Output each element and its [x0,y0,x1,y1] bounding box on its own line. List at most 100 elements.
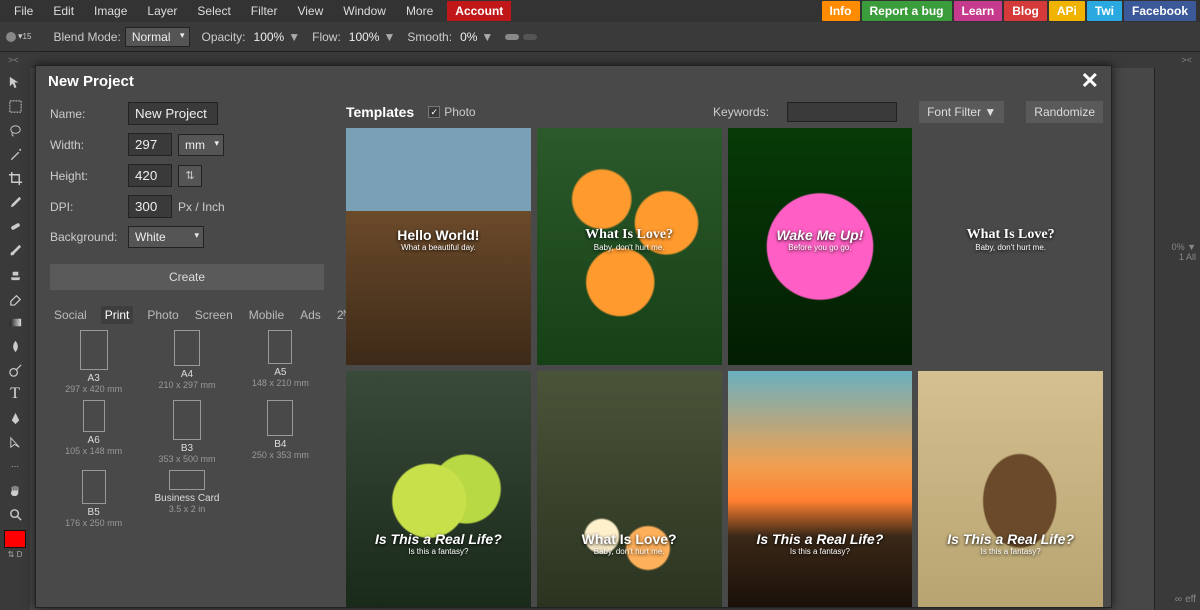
template-card-0[interactable]: Hello World! What a beautiful day. [346,128,531,365]
name-label: Name: [50,107,128,121]
preset-b4[interactable]: B4 250 x 353 mm [237,400,324,464]
eraser-tool-icon[interactable] [1,286,29,310]
template-line2: Is this a fantasy? [918,547,1103,556]
template-card-7[interactable]: Is This a Real Life? Is this a fantasy? [918,371,1103,608]
eyedropper-tool-icon[interactable] [1,190,29,214]
preset-tab-mobile[interactable]: Mobile [247,306,286,324]
preset-tab-social[interactable]: Social [52,306,89,324]
templates-grid: Hello World! What a beautiful day. What … [346,128,1103,607]
hand-tool-icon[interactable] [1,478,29,502]
menu-more[interactable]: More [396,1,443,21]
width-unit-select[interactable]: mm [178,134,224,156]
link-info[interactable]: Info [822,1,860,21]
flow-dropdown-icon[interactable]: ▼ [383,30,395,44]
link-learn[interactable]: Learn [954,1,1003,21]
wand-tool-icon[interactable] [1,142,29,166]
pen-tool-icon[interactable] [1,406,29,430]
preset-dimensions: 148 x 210 mm [252,378,309,388]
zoom-tool-icon[interactable] [1,502,29,526]
menu-window[interactable]: Window [333,1,396,21]
template-card-2[interactable]: Wake Me Up! Before you go go. [728,128,913,365]
height-input[interactable] [128,164,172,187]
menu-select[interactable]: Select [187,1,240,21]
clone-tool-icon[interactable] [1,262,29,286]
width-input[interactable] [128,133,172,156]
photo-checkbox-label: Photo [444,105,475,119]
preset-name: B3 [181,443,193,454]
template-card-5[interactable]: What Is Love? Baby, don't hurt me. [537,371,722,608]
template-line1: Is This a Real Life? [918,531,1103,547]
pressure-size-icon[interactable] [523,34,537,40]
type-tool-icon[interactable]: T [1,382,29,406]
create-button[interactable]: Create [50,264,324,290]
swap-colors-icon[interactable]: ⇅ D [8,550,23,559]
template-card-4[interactable]: Is This a Real Life? Is this a fantasy? [346,371,531,608]
menu-filter[interactable]: Filter [241,1,288,21]
path-select-tool-icon[interactable] [1,430,29,454]
link-blog[interactable]: Blog [1004,1,1047,21]
brush-preview-icon[interactable] [6,32,16,42]
foreground-color-swatch[interactable] [4,530,26,548]
move-tool-icon[interactable] [1,70,29,94]
opacity-value[interactable]: 100% [254,30,285,44]
photo-checkbox[interactable]: ✓ [428,106,440,118]
opacity-dropdown-icon[interactable]: ▼ [288,30,300,44]
template-line1: Hello World! [346,227,531,243]
gradient-tool-icon[interactable] [1,310,29,334]
background-select[interactable]: White [128,226,204,248]
menu-account[interactable]: Account [447,1,511,21]
preset-name: A6 [88,435,100,446]
menu-view[interactable]: View [287,1,333,21]
preset-a6[interactable]: A6 105 x 148 mm [50,400,137,464]
menu-edit[interactable]: Edit [43,1,84,21]
blur-tool-icon[interactable] [1,334,29,358]
preset-dimensions: 3.5 x 2 in [169,504,206,514]
height-label: Height: [50,169,128,183]
link-twitter[interactable]: Twi [1087,1,1122,21]
dpi-input[interactable] [128,195,172,218]
preset-a3[interactable]: A3 297 x 420 mm [50,330,137,394]
preset-b5[interactable]: B5 176 x 250 mm [50,470,137,528]
menu-file[interactable]: File [4,1,43,21]
preset-tab-screen[interactable]: Screen [193,306,235,324]
lasso-tool-icon[interactable] [1,118,29,142]
preset-business-card[interactable]: Business Card 3.5 x 2 in [143,470,230,528]
pressure-opacity-icon[interactable] [505,34,519,40]
dodge-tool-icon[interactable] [1,358,29,382]
preset-a5[interactable]: A5 148 x 210 mm [237,330,324,394]
preset-tab-ads[interactable]: Ads [298,306,323,324]
heal-tool-icon[interactable] [1,214,29,238]
template-card-6[interactable]: Is This a Real Life? Is this a fantasy? [728,371,913,608]
blend-mode-select[interactable]: Normal [125,27,190,47]
font-filter-button[interactable]: Font Filter ▼ [919,101,1004,123]
template-line1: What Is Love? [537,531,722,547]
preset-tab-print[interactable]: Print [101,306,134,324]
template-card-1[interactable]: What Is Love? Baby, don't hurt me. [537,128,722,365]
crop-tool-icon[interactable] [1,166,29,190]
name-input[interactable] [128,102,218,125]
flow-value[interactable]: 100% [349,30,380,44]
preset-tab-photo[interactable]: Photo [145,306,180,324]
preset-name: B5 [88,507,100,518]
menu-image[interactable]: Image [84,1,137,21]
menu-layer[interactable]: Layer [137,1,187,21]
preset-b3[interactable]: B3 353 x 500 mm [143,400,230,464]
infinity-icon[interactable]: ∞ [1175,594,1182,605]
brush-tool-icon[interactable] [1,238,29,262]
smooth-dropdown-icon[interactable]: ▼ [481,30,493,44]
link-report-bug[interactable]: Report a bug [862,1,952,21]
close-icon[interactable]: ✕ [1081,68,1099,94]
smooth-value[interactable]: 0% [460,30,477,44]
template-line2: Is this a fantasy? [346,547,531,556]
swap-dimensions-icon[interactable]: ⇅ [178,165,202,187]
link-api[interactable]: APi [1049,1,1085,21]
link-facebook[interactable]: Facebook [1124,1,1196,21]
preset-grid: A3 297 x 420 mm A4 210 x 297 mm A5 148 x… [50,330,324,528]
preset-a4[interactable]: A4 210 x 297 mm [143,330,230,394]
marquee-tool-icon[interactable] [1,94,29,118]
keywords-input[interactable] [787,102,897,122]
preset-name: Business Card [154,493,219,504]
template-card-3[interactable]: What Is Love? Baby, don't hurt me. [918,128,1103,365]
shape-tool-icon[interactable]: ⋯ [1,454,29,478]
randomize-button[interactable]: Randomize [1026,101,1103,123]
